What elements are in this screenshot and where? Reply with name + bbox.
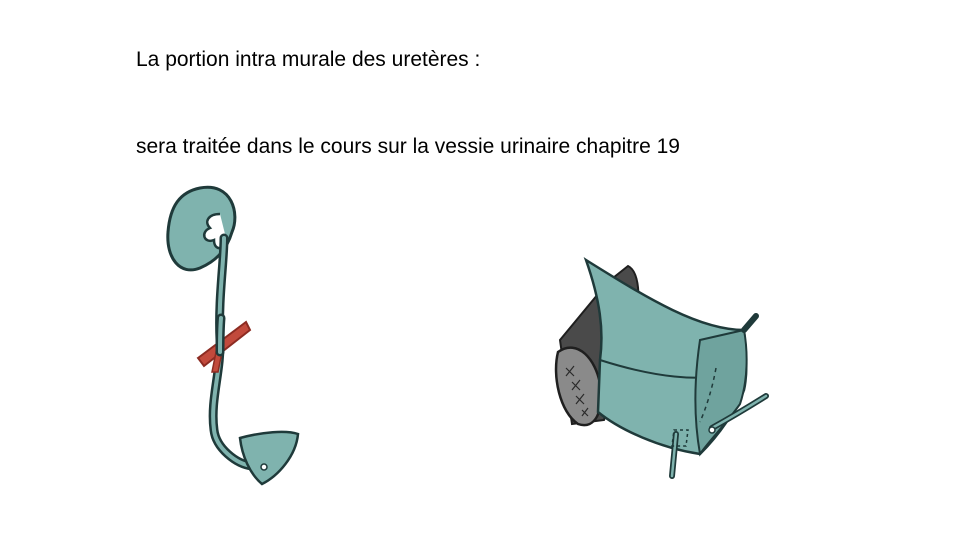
bladder-cross-section-icon <box>554 257 769 479</box>
bladder-side <box>694 328 748 457</box>
orifice-right <box>708 426 716 434</box>
right-ureter <box>741 313 759 333</box>
